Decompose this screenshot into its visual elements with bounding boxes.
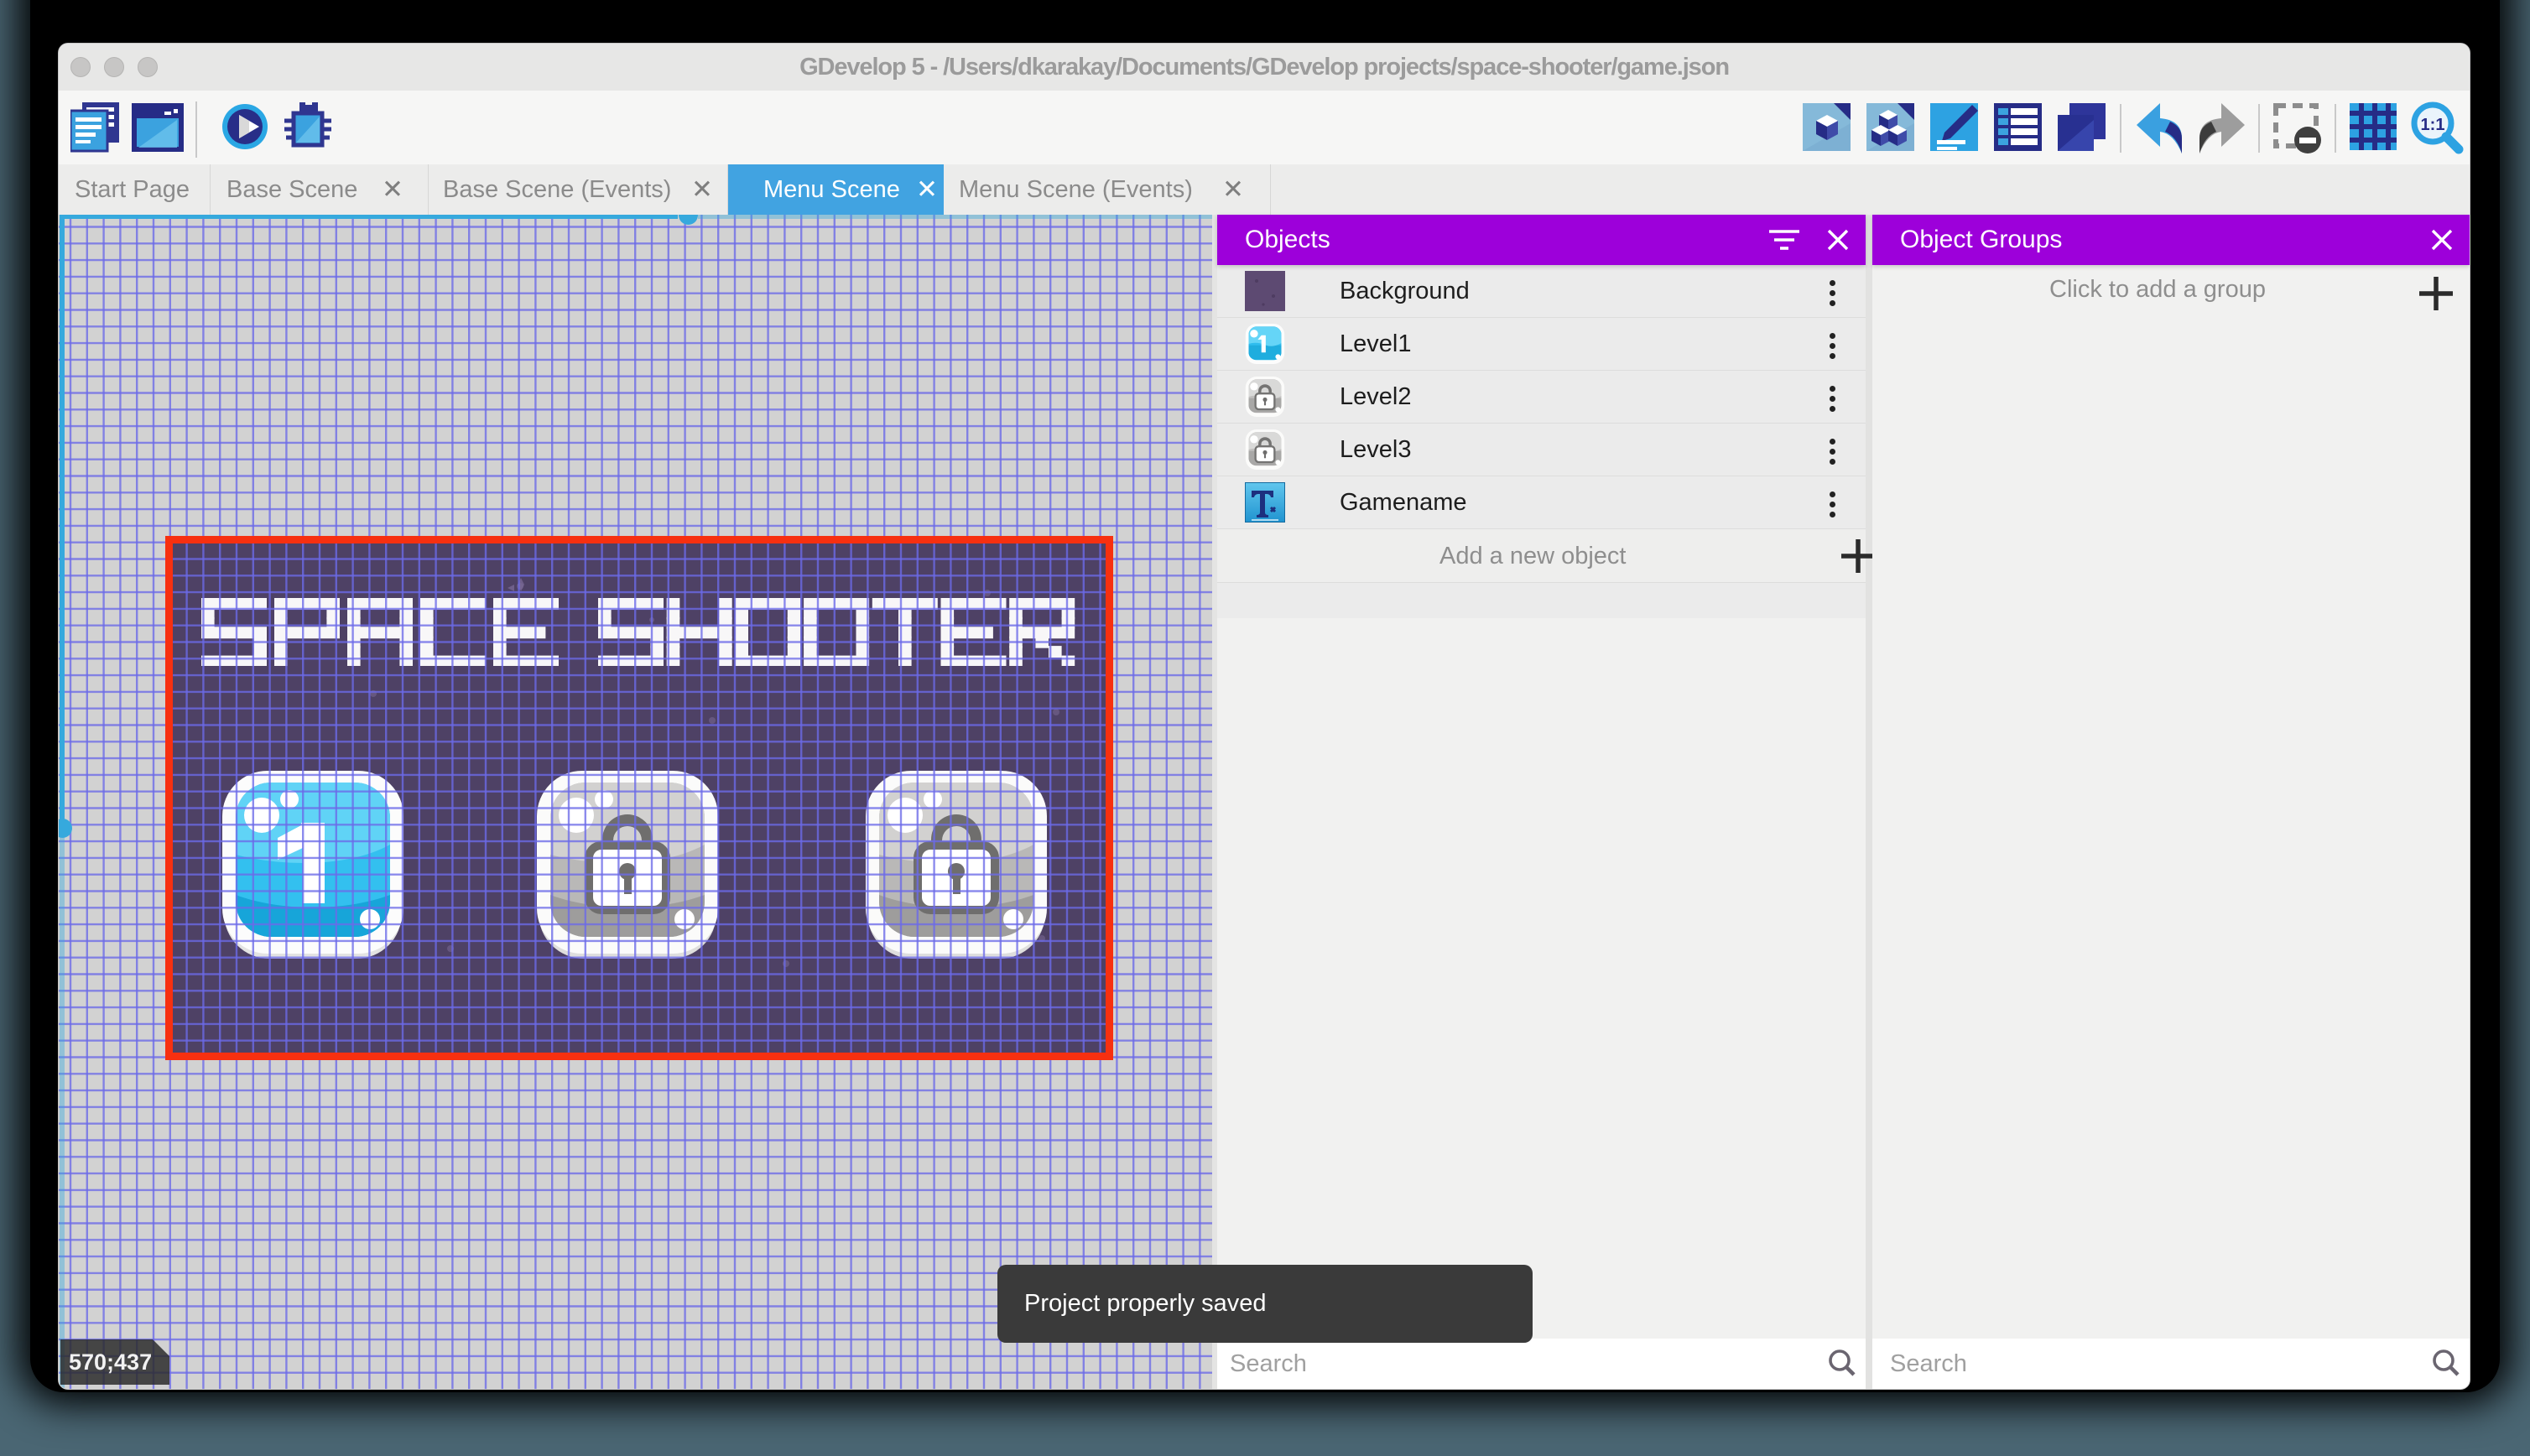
svg-text:1:1: 1:1 xyxy=(2421,116,2445,134)
